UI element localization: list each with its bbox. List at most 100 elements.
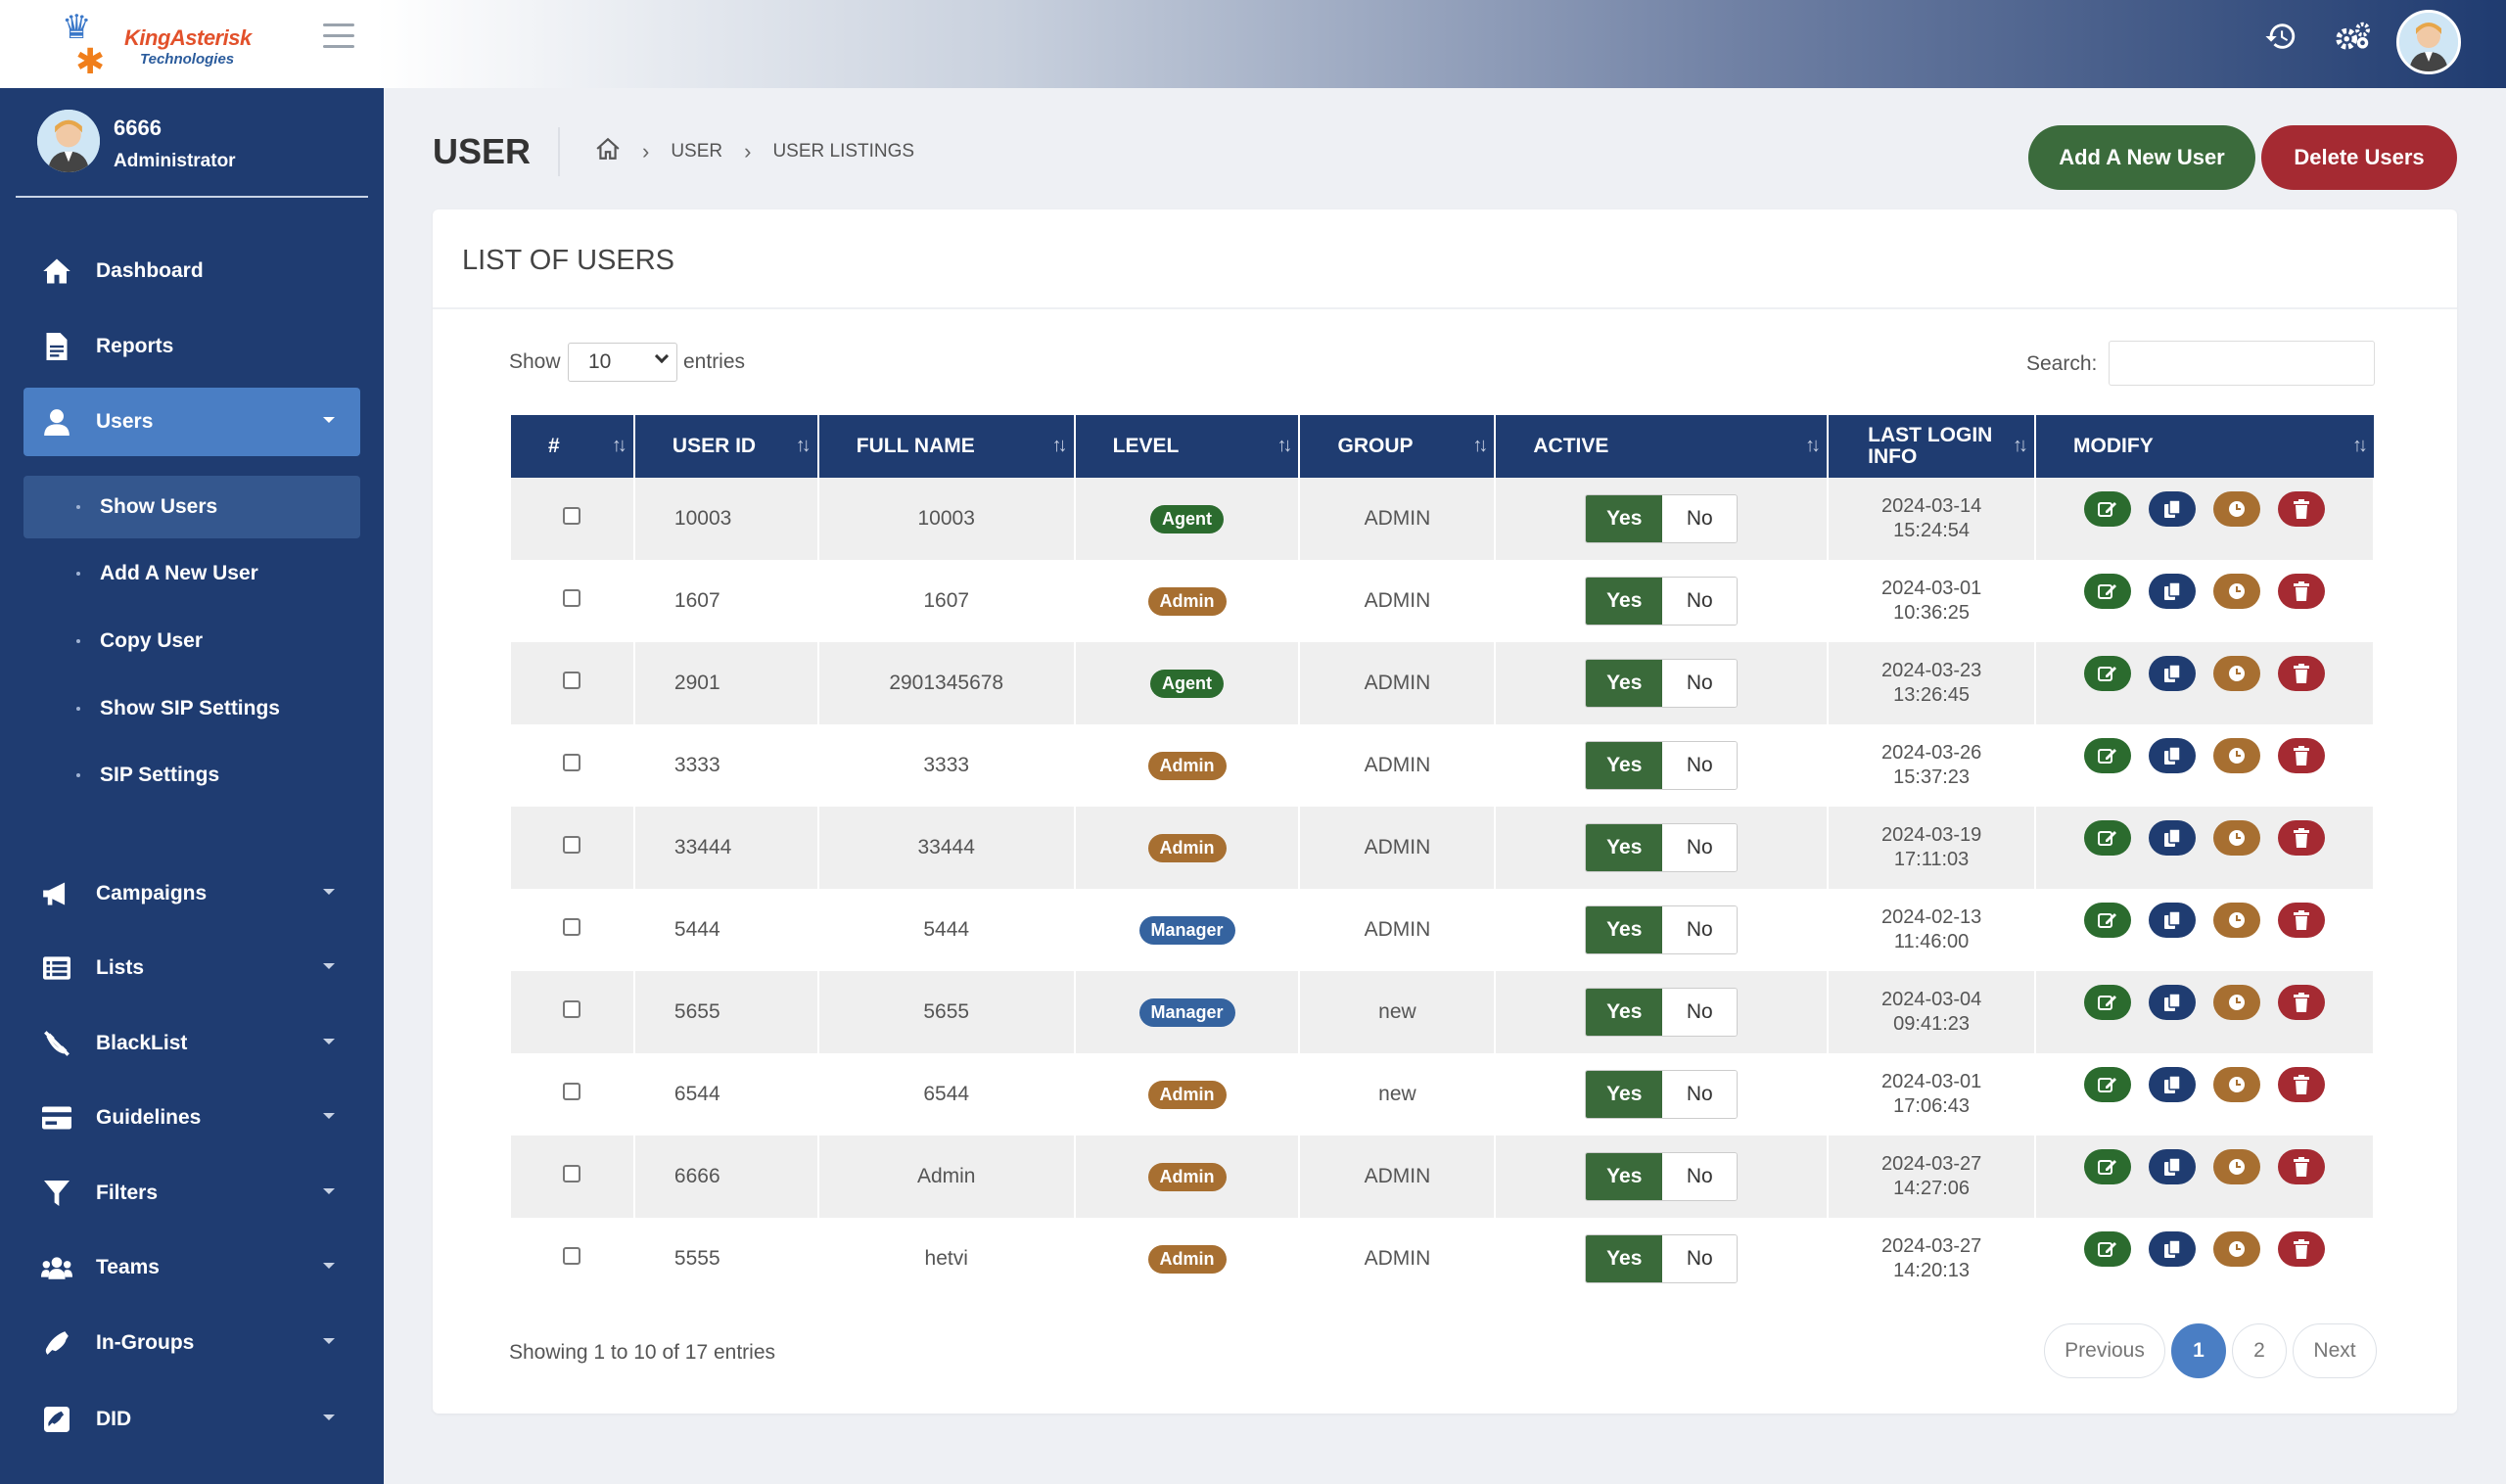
delete-users-button[interactable]: Delete Users (2261, 125, 2457, 190)
nav-users[interactable]: Users (23, 388, 360, 456)
copy-icon[interactable] (2149, 574, 2197, 609)
active-yes-option[interactable]: Yes (1586, 989, 1663, 1036)
active-no-option[interactable]: No (1662, 824, 1738, 871)
row-checkbox[interactable] (563, 754, 581, 771)
active-no-option[interactable]: No (1662, 578, 1738, 625)
row-checkbox[interactable] (563, 1247, 581, 1265)
active-toggle[interactable]: Yes No (1585, 577, 1739, 626)
active-no-option[interactable]: No (1662, 1071, 1738, 1118)
copy-icon[interactable] (2149, 1067, 2197, 1102)
active-no-option[interactable]: No (1662, 495, 1738, 542)
clock-icon[interactable] (2213, 1067, 2261, 1102)
active-yes-option[interactable]: Yes (1586, 578, 1663, 625)
copy-icon[interactable] (2149, 1231, 2197, 1267)
clock-icon[interactable] (2213, 738, 2261, 773)
copy-icon[interactable] (2149, 491, 2197, 527)
row-checkbox[interactable] (563, 507, 581, 525)
user-avatar[interactable] (2396, 10, 2461, 74)
copy-icon[interactable] (2149, 656, 2197, 691)
active-yes-option[interactable]: Yes (1586, 1153, 1663, 1200)
trash-icon[interactable] (2278, 491, 2326, 527)
nav-dashboard[interactable]: Dashboard (23, 237, 360, 305)
clock-icon[interactable] (2213, 820, 2261, 856)
row-checkbox[interactable] (563, 1083, 581, 1100)
clock-icon[interactable] (2213, 656, 2261, 691)
row-checkbox[interactable] (563, 918, 581, 936)
clock-icon[interactable] (2213, 491, 2261, 527)
nav-campaigns[interactable]: Campaigns (23, 859, 360, 928)
row-checkbox[interactable] (563, 672, 581, 689)
active-yes-option[interactable]: Yes (1586, 906, 1663, 953)
active-toggle[interactable]: Yes No (1585, 494, 1739, 543)
home-icon[interactable] (595, 137, 621, 166)
clock-icon[interactable] (2213, 985, 2261, 1020)
history-icon[interactable] (2259, 20, 2302, 63)
trash-icon[interactable] (2278, 738, 2326, 773)
active-toggle[interactable]: Yes No (1585, 905, 1739, 954)
active-toggle[interactable]: Yes No (1585, 1070, 1739, 1119)
active-toggle[interactable]: Yes No (1585, 1152, 1739, 1201)
trash-icon[interactable] (2278, 1067, 2326, 1102)
edit-icon[interactable] (2084, 574, 2132, 609)
trash-icon[interactable] (2278, 574, 2326, 609)
col-level[interactable]: LEVEL ↑↓ (1074, 415, 1301, 478)
trash-icon[interactable] (2278, 985, 2326, 1020)
active-toggle[interactable]: Yes No (1585, 1234, 1739, 1283)
subnav-show-sip[interactable]: Show SIP Settings (23, 677, 360, 740)
edit-icon[interactable] (2084, 1149, 2132, 1184)
nav-blacklist[interactable]: BlackList (23, 1009, 360, 1078)
clock-icon[interactable] (2213, 1231, 2261, 1267)
edit-icon[interactable] (2084, 985, 2132, 1020)
previous-button[interactable]: Previous (2044, 1323, 2165, 1378)
edit-icon[interactable] (2084, 1067, 2132, 1102)
trash-icon[interactable] (2278, 903, 2326, 938)
entries-select[interactable]: 10 (568, 343, 677, 382)
clock-icon[interactable] (2213, 1149, 2261, 1184)
edit-icon[interactable] (2084, 656, 2132, 691)
col-full-name[interactable]: FULL NAME ↑↓ (817, 415, 1076, 478)
active-toggle[interactable]: Yes No (1585, 988, 1739, 1037)
active-no-option[interactable]: No (1662, 906, 1738, 953)
breadcrumb-user[interactable]: USER (671, 141, 722, 162)
menu-toggle-icon[interactable] (323, 23, 354, 49)
nav-did[interactable]: DID (23, 1385, 360, 1454)
active-no-option[interactable]: No (1662, 1235, 1738, 1282)
row-checkbox[interactable] (563, 1000, 581, 1018)
row-checkbox[interactable] (563, 589, 581, 607)
edit-icon[interactable] (2084, 738, 2132, 773)
nav-ingroups[interactable]: In-Groups (23, 1309, 360, 1377)
col-num[interactable]: # ↑↓ (511, 415, 635, 478)
active-no-option[interactable]: No (1662, 989, 1738, 1036)
active-yes-option[interactable]: Yes (1586, 1235, 1663, 1282)
active-no-option[interactable]: No (1662, 1153, 1738, 1200)
active-yes-option[interactable]: Yes (1586, 742, 1663, 789)
edit-icon[interactable] (2084, 820, 2132, 856)
edit-icon[interactable] (2084, 903, 2132, 938)
nav-lists[interactable]: Lists (23, 934, 360, 1002)
active-no-option[interactable]: No (1662, 742, 1738, 789)
page-2-button[interactable]: 2 (2232, 1323, 2287, 1378)
clock-icon[interactable] (2213, 903, 2261, 938)
settings-icon[interactable] (2332, 20, 2375, 63)
col-user-id[interactable]: USER ID ↑↓ (633, 415, 819, 478)
active-toggle[interactable]: Yes No (1585, 823, 1739, 872)
subnav-copy-user[interactable]: Copy User (23, 610, 360, 672)
subnav-show-users[interactable]: Show Users (23, 476, 360, 538)
clock-icon[interactable] (2213, 574, 2261, 609)
col-active[interactable]: ACTIVE ↑↓ (1495, 415, 1830, 478)
active-yes-option[interactable]: Yes (1586, 660, 1663, 707)
subnav-sip-settings[interactable]: SIP Settings (23, 744, 360, 807)
nav-teams[interactable]: Teams (23, 1233, 360, 1302)
nav-guidelines[interactable]: Guidelines (23, 1084, 360, 1152)
search-input[interactable] (2109, 341, 2375, 386)
edit-icon[interactable] (2084, 491, 2132, 527)
brand-logo[interactable]: ♛ ✱ KingAsterisk Technologies (54, 8, 252, 81)
row-checkbox[interactable] (563, 1165, 581, 1183)
next-button[interactable]: Next (2293, 1323, 2377, 1378)
col-modify[interactable]: MODIFY ↑↓ (2035, 415, 2374, 478)
nav-filters[interactable]: Filters (23, 1159, 360, 1228)
trash-icon[interactable] (2278, 1149, 2326, 1184)
active-yes-option[interactable]: Yes (1586, 824, 1663, 871)
copy-icon[interactable] (2149, 820, 2197, 856)
active-toggle[interactable]: Yes No (1585, 659, 1739, 708)
